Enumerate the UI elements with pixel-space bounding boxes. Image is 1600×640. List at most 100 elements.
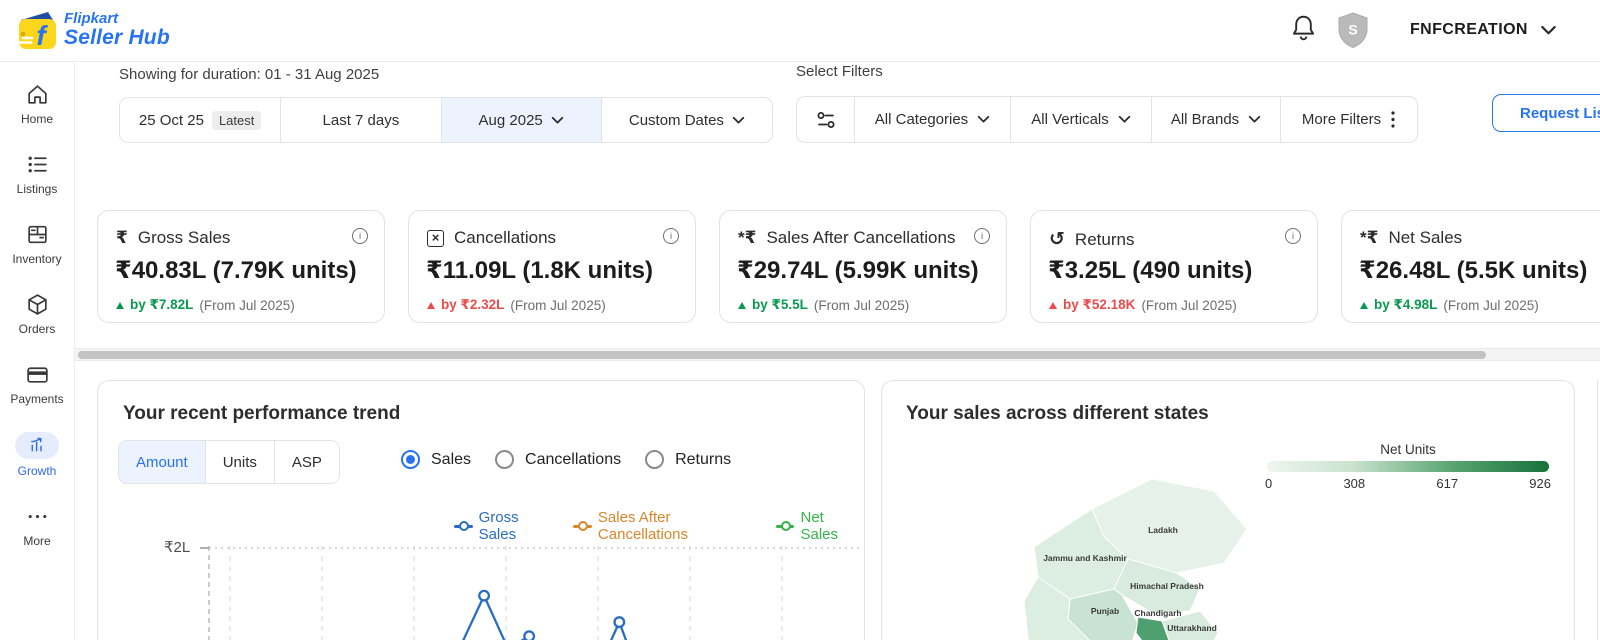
filter-categories-dropdown[interactable]: All Categories [855, 97, 1011, 142]
info-icon[interactable] [352, 228, 368, 244]
state-label-uttarakhand: Uttarakhand [1167, 623, 1217, 633]
date-tab-custom-dates[interactable]: Custom Dates [602, 98, 772, 142]
data-point-marker[interactable] [478, 589, 491, 602]
sidebar-item-label: Inventory [12, 252, 62, 266]
active-pill [15, 432, 59, 459]
date-range-tabs: 25 Oct 25 Latest Last 7 days Aug 2025 Cu… [119, 97, 773, 143]
avatar-letter: S [1348, 22, 1357, 38]
more-icon [28, 514, 46, 519]
metric-card-gross-sales: Gross Sales ₹40.83L (7.79K units) by ₹7.… [97, 210, 385, 323]
sidebar-item-home[interactable]: Home [1, 82, 73, 126]
more-filters-button[interactable]: More Filters [1281, 97, 1417, 142]
chevron-down-icon [551, 116, 564, 124]
delta-note: (From Jul 2025) [1141, 297, 1237, 313]
filter-brands-dropdown[interactable]: All Brands [1152, 97, 1281, 142]
radio-selected-icon [401, 450, 420, 469]
sidebar-item-payments[interactable]: Payments [1, 362, 73, 406]
chevron-down-icon [732, 116, 745, 124]
rupee-star-icon [738, 228, 756, 248]
data-point-marker[interactable] [613, 616, 626, 629]
delta-up-icon [427, 301, 435, 309]
kebab-menu-icon [1391, 111, 1395, 128]
sidebar-item-listings[interactable]: Listings [1, 152, 73, 196]
metric-card-net-sales: Net Sales ₹26.48L (5.5K units) by ₹4.98L… [1341, 210, 1600, 323]
delta-text: by ₹52.18K [1063, 297, 1136, 312]
radio-label: Sales [431, 450, 472, 468]
date-tab-latest[interactable]: 25 Oct 25 Latest [120, 98, 282, 142]
filter-sliders-button[interactable] [797, 97, 855, 142]
metric-title: Returns [1074, 229, 1135, 249]
radio-returns[interactable]: Returns [645, 450, 731, 469]
date-tab-month-picker[interactable]: Aug 2025 [441, 98, 602, 142]
page-scrollbar-edge[interactable] [1597, 380, 1598, 640]
return-icon [1049, 228, 1065, 251]
account-menu[interactable]: FNFCREATION [1410, 17, 1557, 43]
tab-units[interactable]: Units [205, 441, 275, 483]
metric-title: Net Sales [1388, 228, 1463, 247]
delta-text: by ₹4.98L [1374, 297, 1438, 312]
listings-icon [28, 156, 47, 173]
chevron-down-icon [1248, 115, 1261, 123]
sidebar-item-inventory[interactable]: Inventory [1, 222, 73, 266]
chevron-down-icon [1541, 25, 1556, 34]
metric-value: ₹3.25L (490 units) [1048, 257, 1253, 284]
state-label-himachal: Himachal Pradesh [1130, 581, 1204, 591]
radio-cancellations[interactable]: Cancellations [495, 450, 621, 469]
delta-up-icon [1360, 301, 1368, 309]
delta-text: by ₹2.32L [441, 297, 505, 312]
sidebar-item-orders[interactable]: Orders [1, 292, 73, 336]
metric-title: Gross Sales [137, 228, 231, 247]
performance-title: Your recent performance trend [123, 403, 401, 424]
radio-sales[interactable]: Sales [401, 450, 471, 469]
cards-horizontal-scrollbar-thumb[interactable] [78, 351, 1486, 359]
info-icon[interactable] [1285, 228, 1301, 244]
date-tab-last-7-days[interactable]: Last 7 days [281, 98, 442, 142]
metric-card-sales-after-cancellations: Sales After Cancellations ₹29.74L (5.99K… [719, 210, 1007, 323]
latest-badge: Latest [211, 110, 262, 130]
performance-trend-card: Your recent performance trend Amount Uni… [97, 380, 865, 640]
payments-icon [26, 367, 48, 383]
info-icon[interactable] [974, 228, 990, 244]
trend-chart-canvas [200, 546, 862, 640]
sidebar-item-more[interactable]: More [1, 504, 73, 548]
delta-up-icon [116, 301, 124, 309]
y-axis-label: ₹2L [164, 539, 191, 556]
metric-delta: by ₹52.18K (From Jul 2025) [1049, 297, 1237, 313]
state-label-jammu-kashmir: Jammu and Kashmir [1043, 553, 1127, 563]
state-label-chandigarh: Chandigarh [1134, 608, 1181, 618]
filter-label: All Verticals [1031, 111, 1109, 128]
sidebar-item-label: More [23, 534, 51, 548]
app-header: f Flipkart Seller Hub S FNFCREATION [0, 0, 1600, 62]
metric-delta: by ₹2.32L (From Jul 2025) [427, 297, 606, 313]
legend-marker-icon [775, 521, 795, 531]
tab-asp[interactable]: ASP [274, 441, 339, 483]
data-point-marker[interactable] [523, 630, 536, 640]
notification-bell-button[interactable] [1290, 13, 1320, 45]
netunits-legend-title: Net Units [1380, 442, 1436, 457]
flipkart-logo[interactable]: f [14, 7, 60, 53]
info-icon[interactable] [663, 228, 679, 244]
metric-value: ₹26.48L (5.5K units) [1359, 257, 1588, 284]
state-label-punjab: Punjab [1091, 606, 1119, 616]
sidebar-item-growth[interactable]: Growth [1, 432, 73, 478]
radio-icon [645, 450, 665, 469]
tab-amount[interactable]: Amount [119, 441, 206, 483]
date-tab-label: 25 Oct 25 [138, 111, 204, 129]
brand-line1: Flipkart [64, 10, 119, 27]
seller-shield-avatar[interactable]: S [1336, 11, 1370, 49]
sidebar-item-label: Payments [10, 392, 64, 406]
netunits-gradient-bar [1267, 461, 1549, 472]
home-icon [27, 85, 47, 104]
filter-verticals-dropdown[interactable]: All Verticals [1011, 97, 1152, 142]
cancel-box-icon [427, 229, 444, 247]
date-tab-label: Custom Dates [628, 111, 724, 129]
sidebar-item-label: Listings [16, 182, 58, 196]
cards-horizontal-scrollbar[interactable] [75, 348, 1600, 361]
rupee-icon [116, 228, 128, 248]
request-list-button[interactable]: Request List [1492, 94, 1600, 132]
sidebar-item-label: Growth [17, 464, 57, 478]
state-label-ladakh: Ladakh [1148, 525, 1178, 535]
india-states-map[interactable]: Ladakh Jammu and Kashmir Himachal Prades… [942, 451, 1302, 640]
metric-card-returns: Returns ₹3.25L (490 units) by ₹52.18K (F… [1030, 210, 1318, 323]
metric-title: Sales After Cancellations [766, 228, 956, 247]
